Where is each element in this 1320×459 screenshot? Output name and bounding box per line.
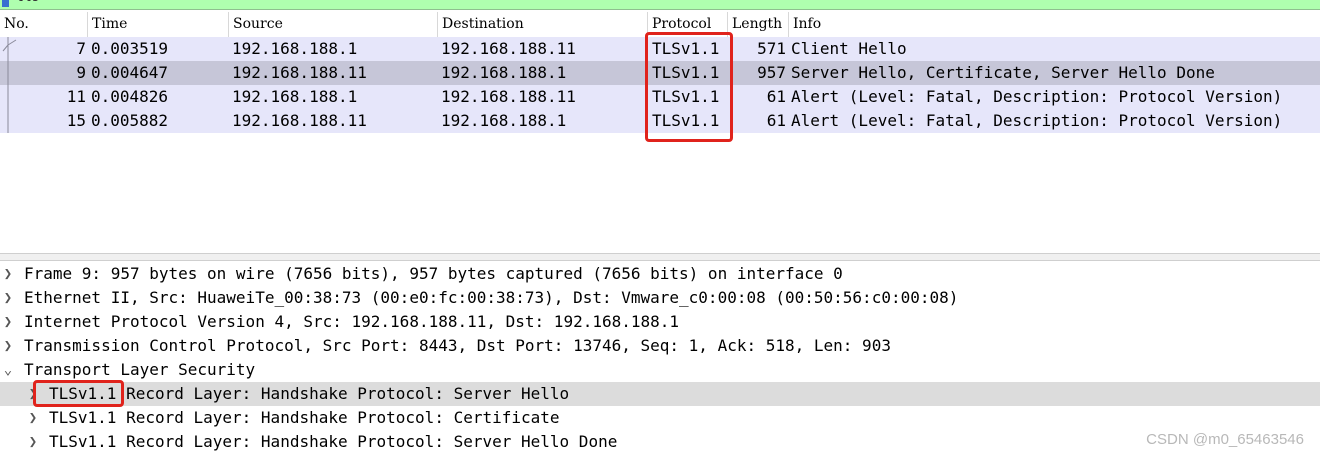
column-header-no[interactable]: No. [0,12,88,37]
tls-version-highlight-box [33,380,124,407]
packet-source: 192.168.188.1 [232,87,358,106]
column-header-length[interactable]: Length [728,12,789,37]
conversation-gutter-icon [2,37,17,133]
tree-item-ipv4[interactable]: ❯ Internet Protocol Version 4, Src: 192.… [0,310,1320,334]
packet-time: 0.003519 [91,39,169,58]
tree-item-frame[interactable]: ❯ Frame 9: 957 bytes on wire (7656 bits)… [0,262,1320,286]
column-header-source[interactable]: Source [229,12,438,37]
watermark: CSDN @m0_65463546 [1146,431,1304,448]
tree-item-label: Transmission Control Protocol, Src Port:… [24,336,891,355]
column-header-time[interactable]: Time [88,12,229,37]
pane-splitter[interactable] [0,253,1320,261]
packet-destination: 192.168.188.1 [441,63,567,82]
bookmark-icon[interactable] [2,0,9,7]
packet-info: Alert (Level: Fatal, Description: Protoc… [791,111,1283,130]
packet-destination: 192.168.188.11 [441,87,576,106]
packet-length: 957 [757,63,786,82]
packet-length: 571 [757,39,786,58]
tree-item-label: Ethernet II, Src: HuaweiTe_00:38:73 (00:… [24,288,959,307]
packet-time: 0.004826 [91,87,169,106]
chevron-right-icon[interactable]: ❯ [26,406,40,430]
packet-info: Client Hello [791,39,907,58]
packet-time: 0.005882 [91,111,169,130]
packet-length: 61 [766,87,786,106]
packet-destination: 192.168.188.11 [441,39,576,58]
column-header-info[interactable]: Info [789,12,1320,37]
chevron-right-icon[interactable]: ❯ [1,286,15,310]
tree-item-label: Transport Layer Security [24,360,256,379]
tree-item-tcp[interactable]: ❯ Transmission Control Protocol, Src Por… [0,334,1320,358]
display-filter-input[interactable]: tls [16,0,39,5]
tree-item-ethernet[interactable]: ❯ Ethernet II, Src: HuaweiTe_00:38:73 (0… [0,286,1320,310]
tree-item-label: TLSv1.1 Record Layer: Handshake Protocol… [49,408,560,427]
tree-item-label: Internet Protocol Version 4, Src: 192.16… [24,312,680,331]
tree-item-tls-server-hello[interactable]: ❯ TLSv1.1 Record Layer: Handshake Protoc… [0,382,1320,406]
packet-time: 0.004647 [91,63,169,82]
packet-source: 192.168.188.11 [232,63,367,82]
chevron-right-icon[interactable]: ❯ [1,310,15,334]
protocol-highlight-box [645,32,733,142]
display-filter-bar[interactable]: tls [0,0,1320,10]
tree-item-label: Frame 9: 957 bytes on wire (7656 bits), … [24,264,843,283]
chevron-down-icon[interactable]: ⌄ [1,358,15,382]
tree-item-tls[interactable]: ⌄ Transport Layer Security [0,358,1320,382]
tree-item-tls-certificate[interactable]: ❯ TLSv1.1 Record Layer: Handshake Protoc… [0,406,1320,430]
tree-item-tls-server-hello-done[interactable]: ❯ TLSv1.1 Record Layer: Handshake Protoc… [0,430,1320,454]
column-header-destination[interactable]: Destination [438,12,648,37]
chevron-right-icon[interactable]: ❯ [1,334,15,358]
packet-info: Alert (Level: Fatal, Description: Protoc… [791,87,1283,106]
packet-length: 61 [766,111,786,130]
tree-item-label: TLSv1.1 Record Layer: Handshake Protocol… [49,432,618,451]
chevron-right-icon[interactable]: ❯ [1,262,15,286]
packet-destination: 192.168.188.1 [441,111,567,130]
packet-info: Server Hello, Certificate, Server Hello … [791,63,1215,82]
tree-item-label: TLSv1.1 Record Layer: Handshake Protocol… [49,384,570,403]
packet-source: 192.168.188.11 [232,111,367,130]
packet-source: 192.168.188.1 [232,39,358,58]
chevron-right-icon[interactable]: ❯ [26,430,40,454]
